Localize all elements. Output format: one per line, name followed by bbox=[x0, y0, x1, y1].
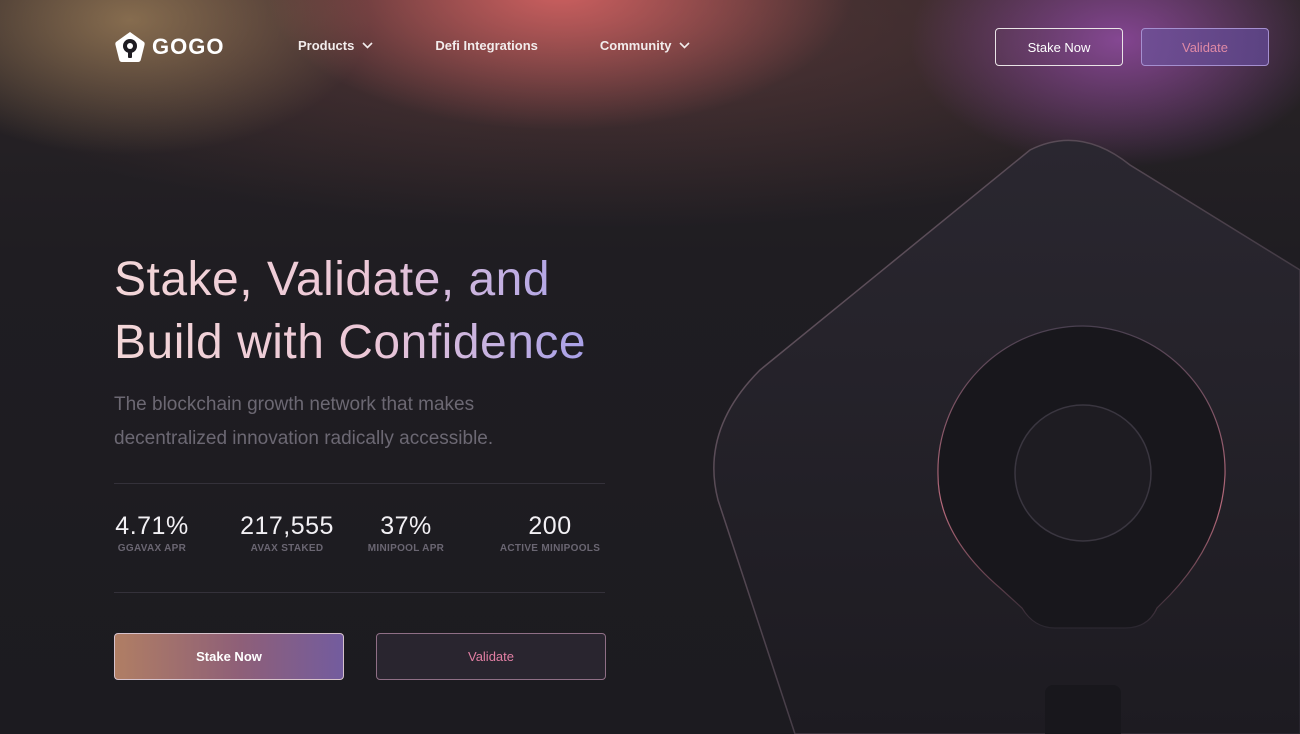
stat-value: 37% bbox=[380, 512, 432, 540]
stat-value: 217,555 bbox=[240, 512, 334, 540]
nav-item-label: Community bbox=[599, 38, 672, 53]
hero-headline: Stake, Validate, and Build with Confiden… bbox=[114, 248, 586, 374]
stat-value: 4.71% bbox=[115, 512, 189, 540]
headline-line: Stake, Validate, and bbox=[114, 253, 551, 306]
gogo-logo-icon bbox=[115, 32, 145, 62]
nav-validate-button[interactable]: Validate bbox=[1141, 28, 1269, 66]
logo[interactable]: GOGO bbox=[114, 31, 224, 63]
nav-stake-now-button[interactable]: Stake Now bbox=[995, 28, 1123, 66]
top-navigation: GOGO Products Defi Integrations Communit… bbox=[0, 0, 1300, 94]
nav-links: Products Defi Integrations Community bbox=[298, 38, 752, 53]
divider bbox=[114, 592, 605, 593]
nav-item-community[interactable]: Community bbox=[600, 38, 691, 53]
stat-ggavax-apr: 4.71% GGAVAX APR bbox=[114, 512, 190, 554]
stat-minipool-apr: 37% MINIPOOL APR bbox=[362, 512, 450, 554]
chevron-down-icon bbox=[679, 42, 690, 49]
chevron-down-icon bbox=[362, 42, 373, 49]
nav-item-label: Products bbox=[298, 38, 355, 53]
stat-label: MINIPOOL APR bbox=[367, 543, 445, 554]
validate-button[interactable]: Validate bbox=[376, 633, 606, 680]
gogo-logo-3d-graphic bbox=[713, 139, 1300, 734]
stat-avax-staked: 217,555 AVAX STAKED bbox=[240, 512, 334, 554]
hero-subtext: The blockchain growth network that makes… bbox=[114, 388, 634, 456]
subtext-line: The blockchain growth network that makes bbox=[114, 394, 475, 415]
stat-value: 200 bbox=[528, 512, 572, 540]
divider bbox=[114, 483, 605, 484]
stat-label: AVAX STAKED bbox=[250, 543, 324, 554]
stat-label: GGAVAX APR bbox=[117, 543, 187, 554]
logo-text: GOGO bbox=[152, 34, 225, 59]
nav-item-defi-integrations[interactable]: Defi Integrations bbox=[435, 38, 538, 53]
headline-line: Build with Confidence bbox=[114, 316, 587, 369]
subtext-line: decentralized innovation radically acces… bbox=[114, 428, 494, 449]
stake-now-button[interactable]: Stake Now bbox=[114, 633, 344, 680]
stat-label: ACTIVE MINIPOOLS bbox=[499, 543, 601, 554]
stat-active-minipools: 200 ACTIVE MINIPOOLS bbox=[492, 512, 608, 554]
nav-item-products[interactable]: Products bbox=[298, 38, 373, 53]
nav-item-label: Defi Integrations bbox=[435, 38, 538, 53]
